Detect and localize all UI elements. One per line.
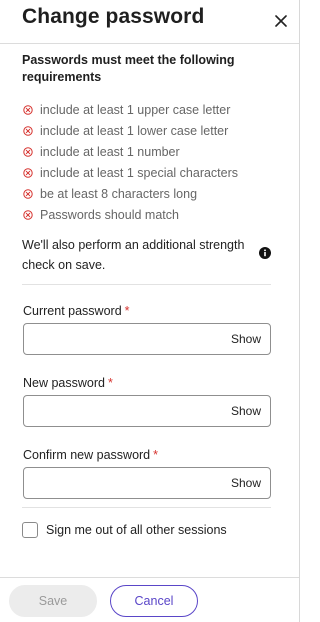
rule-text: be at least 8 characters long <box>40 186 198 201</box>
confirm-password-label: Confirm new password * <box>23 448 158 462</box>
x-circle-icon <box>23 146 33 157</box>
x-circle-icon <box>23 188 33 199</box>
rule-item: include at least 1 number <box>22 141 271 162</box>
confirm-password-input[interactable] <box>24 468 214 498</box>
rule-text: include at least 1 upper case letter <box>40 102 231 117</box>
rule-item: Passwords should match <box>22 204 271 225</box>
x-circle-icon <box>23 167 33 178</box>
new-password-field: Show <box>23 395 271 427</box>
show-current-password-button[interactable]: Show <box>231 332 261 346</box>
rule-text: include at least 1 lower case letter <box>40 123 229 138</box>
current-password-input[interactable] <box>24 324 214 354</box>
new-password-input[interactable] <box>24 396 214 426</box>
x-circle-icon <box>23 125 33 136</box>
rule-text: include at least 1 number <box>40 144 180 159</box>
requirements-list: include at least 1 upper case letter inc… <box>22 99 271 225</box>
cancel-button[interactable]: Cancel <box>110 585 198 617</box>
panel-footer: Save Cancel <box>0 577 299 622</box>
current-password-label: Current password * <box>23 304 130 318</box>
close-icon[interactable] <box>269 9 293 33</box>
rule-text: include at least 1 special characters <box>40 165 239 180</box>
strength-note-text: We'll also perform an additional strengt… <box>22 238 245 272</box>
required-marker: * <box>153 448 159 462</box>
x-circle-icon <box>23 104 33 115</box>
show-confirm-password-button[interactable]: Show <box>231 476 261 490</box>
new-password-label-text: New password <box>23 376 105 390</box>
rule-item: include at least 1 special characters <box>22 162 271 183</box>
change-password-panel: Change password Passwords must meet the … <box>0 0 300 622</box>
requirements-title: Passwords must meet the following requir… <box>22 53 235 84</box>
divider <box>22 507 271 508</box>
info-icon[interactable] <box>259 247 271 259</box>
rule-item: include at least 1 lower case letter <box>22 120 271 141</box>
page-title: Change password <box>22 5 205 28</box>
current-password-label-text: Current password <box>23 304 122 318</box>
current-password-field: Show <box>23 323 271 355</box>
signout-checkbox-label[interactable]: Sign me out of all other sessions <box>46 523 227 537</box>
required-marker: * <box>107 376 113 390</box>
show-new-password-button[interactable]: Show <box>231 404 261 418</box>
rule-item: include at least 1 upper case letter <box>22 99 271 120</box>
confirm-password-label-text: Confirm new password <box>23 448 151 462</box>
x-circle-icon <box>23 209 33 220</box>
strength-note: We'll also perform an additional strengt… <box>22 235 271 275</box>
required-marker: * <box>124 304 130 318</box>
rule-text: Passwords should match <box>40 207 179 222</box>
new-password-label: New password * <box>23 376 113 390</box>
save-button[interactable]: Save <box>9 585 97 617</box>
signout-option: Sign me out of all other sessions <box>22 522 227 538</box>
panel-header: Change password <box>0 0 299 44</box>
rule-item: be at least 8 characters long <box>22 183 271 204</box>
confirm-password-field: Show <box>23 467 271 499</box>
signout-checkbox[interactable] <box>22 522 38 538</box>
requirements-section: Passwords must meet the following requir… <box>22 52 271 275</box>
divider <box>22 284 271 285</box>
